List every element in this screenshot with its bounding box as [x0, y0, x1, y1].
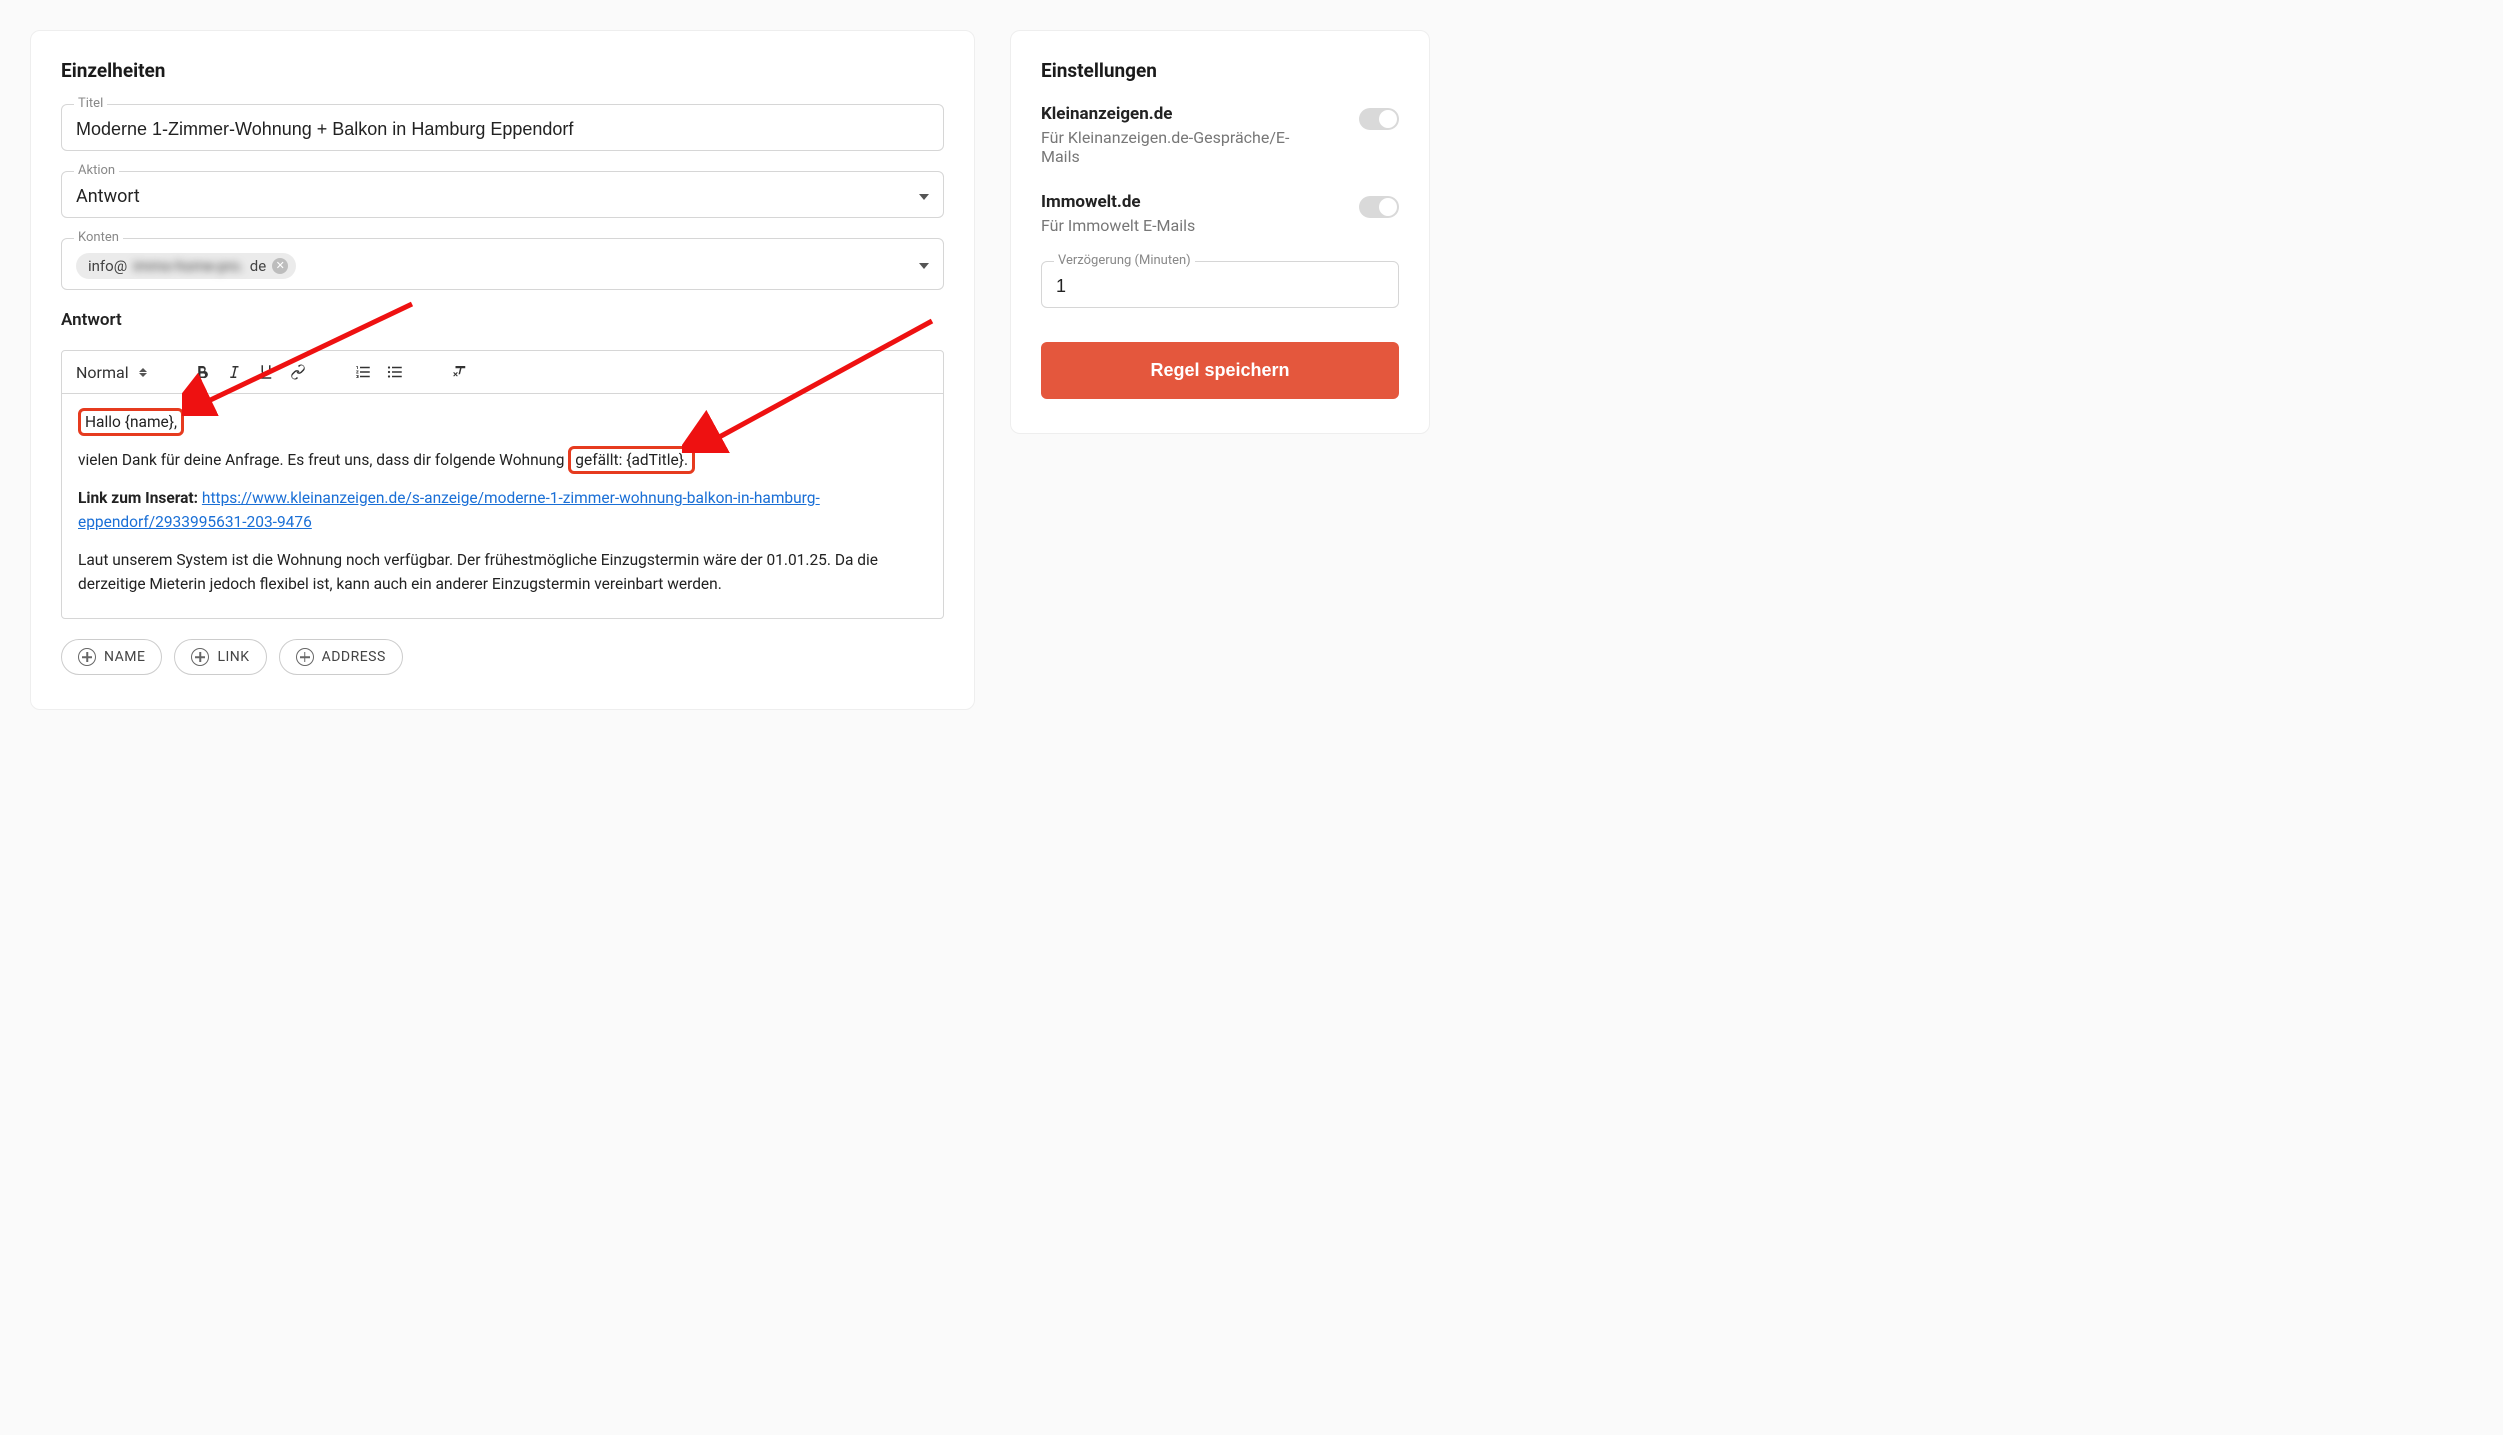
kleinanzeigen-toggle[interactable]: [1359, 108, 1399, 130]
chevron-down-icon: [919, 194, 929, 200]
action-value: Antwort: [76, 186, 140, 207]
editor-body[interactable]: Hallo {name}, vielen Dank für deine Anfr…: [62, 394, 943, 618]
immowelt-title: Immowelt.de: [1041, 192, 1195, 212]
kleinanzeigen-desc: Für Kleinanzeigen.de-Gespräche/E-Mails: [1041, 128, 1321, 166]
chevron-down-icon: [919, 263, 929, 269]
settings-heading: Einstellungen: [1041, 59, 1399, 82]
plus-icon: [191, 648, 209, 666]
account-chip[interactable]: info@ immo-home-pro. de ✕: [76, 253, 296, 279]
adtitle-highlight: gefällt: {adTitle}.: [568, 446, 695, 474]
title-label: Titel: [74, 96, 107, 111]
chip-prefix: info@: [88, 257, 127, 275]
bold-icon[interactable]: [192, 362, 212, 382]
chip-suffix: de: [250, 257, 266, 275]
link-icon[interactable]: [288, 362, 308, 382]
underline-icon[interactable]: [256, 362, 276, 382]
chip-blur: immo-home-pro.: [133, 257, 244, 275]
availability-text: Laut unserem System ist die Wohnung noch…: [78, 548, 927, 596]
ordered-list-icon[interactable]: [353, 362, 373, 382]
settings-card: Einstellungen Kleinanzeigen.de Für Klein…: [1010, 30, 1430, 434]
plus-icon: [296, 648, 314, 666]
immowelt-desc: Für Immowelt E-Mails: [1041, 216, 1195, 235]
answer-editor: Normal: [61, 350, 944, 619]
action-field[interactable]: Aktion Antwort: [61, 171, 944, 218]
format-select[interactable]: Normal: [76, 363, 147, 382]
format-value: Normal: [76, 363, 129, 382]
editor-toolbar: Normal: [62, 351, 943, 394]
delay-field[interactable]: Verzögerung (Minuten): [1041, 261, 1399, 308]
delay-label: Verzögerung (Minuten): [1054, 253, 1195, 268]
accounts-label: Konten: [74, 230, 123, 245]
link-label: Link zum Inserat:: [78, 489, 202, 507]
insert-name-button[interactable]: NAME: [61, 639, 162, 675]
italic-icon[interactable]: [224, 362, 244, 382]
insert-link-button[interactable]: LINK: [174, 639, 266, 675]
accounts-field[interactable]: Konten info@immo-home-pro.de ✕: [61, 238, 944, 290]
variable-pill-row: NAME LINK ADDRESS: [61, 639, 944, 675]
chip-remove-icon[interactable]: ✕: [272, 258, 288, 274]
delay-input[interactable]: [1056, 276, 1384, 297]
bullet-list-icon[interactable]: [385, 362, 405, 382]
kleinanzeigen-title: Kleinanzeigen.de: [1041, 104, 1321, 124]
answer-label: Antwort: [61, 310, 944, 330]
save-rule-button[interactable]: Regel speichern: [1041, 342, 1399, 399]
title-field[interactable]: Titel: [61, 104, 944, 151]
details-card: Einzelheiten Titel Aktion Antwort Konten…: [30, 30, 975, 710]
thanks-text: vielen Dank für deine Anfrage. Es freut …: [78, 451, 568, 469]
immowelt-toggle[interactable]: [1359, 196, 1399, 218]
clear-format-icon[interactable]: [450, 362, 470, 382]
greeting-highlight: Hallo {name},: [78, 408, 184, 436]
insert-address-button[interactable]: ADDRESS: [279, 639, 403, 675]
title-input[interactable]: [76, 119, 929, 140]
action-label: Aktion: [74, 163, 119, 178]
details-heading: Einzelheiten: [61, 59, 944, 82]
plus-icon: [78, 648, 96, 666]
